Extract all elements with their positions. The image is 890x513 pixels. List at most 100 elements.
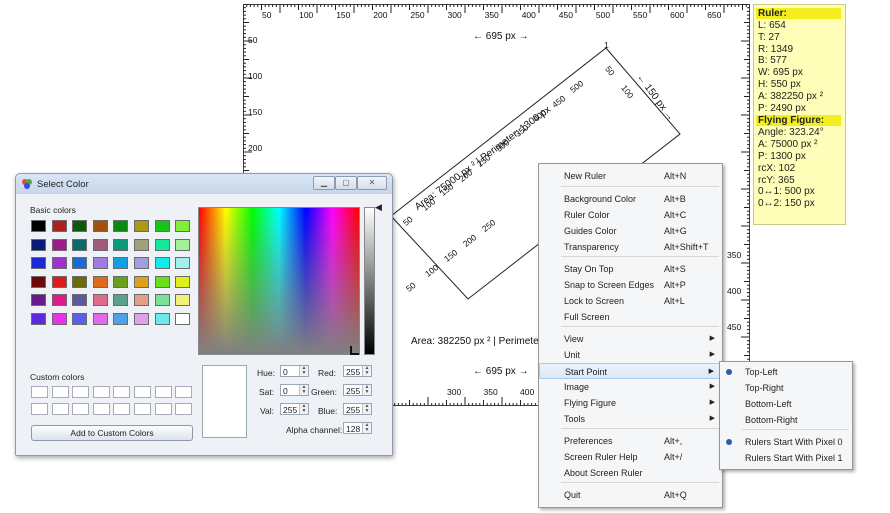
- menu-item-stay-on-top[interactable]: Stay On Top Alt+S: [539, 261, 722, 277]
- add-to-custom-colors-button[interactable]: Add to Custom Colors: [31, 425, 193, 441]
- basic-color-swatch[interactable]: [72, 312, 88, 325]
- menu-item-ruler-color[interactable]: Ruler Color Alt+C: [539, 207, 722, 223]
- submenu-item-bottom-right[interactable]: Bottom-Right: [720, 412, 852, 428]
- custom-color-slot[interactable]: [51, 403, 69, 415]
- menu-item-view[interactable]: View ▶: [539, 331, 722, 347]
- menu-item-guides-color[interactable]: Guides Color Alt+G: [539, 223, 722, 239]
- menu-item-flying-figure[interactable]: Flying Figure ▶: [539, 395, 722, 411]
- basic-color-swatch[interactable]: [51, 312, 67, 325]
- basic-color-swatch[interactable]: [154, 220, 170, 232]
- submenu-item-rulers-start-with-pixel-0[interactable]: Rulers Start With Pixel 0: [720, 434, 852, 450]
- menu-item-quit[interactable]: Quit Alt+Q: [539, 487, 722, 503]
- basic-color-swatch[interactable]: [51, 220, 67, 232]
- basic-color-swatch[interactable]: [154, 238, 170, 251]
- custom-color-slot[interactable]: [175, 386, 193, 398]
- basic-color-swatch[interactable]: [51, 294, 67, 306]
- custom-color-slot[interactable]: [92, 403, 110, 415]
- basic-color-swatch[interactable]: [154, 275, 170, 288]
- custom-color-slot[interactable]: [31, 386, 48, 398]
- basic-color-swatch[interactable]: [72, 238, 88, 251]
- menu-item-full-screen[interactable]: Full Screen: [539, 309, 722, 325]
- hue-input[interactable]: 0 ▲ ▼: [280, 365, 309, 377]
- basic-color-swatch[interactable]: [92, 312, 108, 325]
- custom-color-slot[interactable]: [154, 386, 172, 398]
- basic-color-swatch[interactable]: [31, 220, 46, 232]
- submenu-item-rulers-start-with-pixel-1[interactable]: Rulers Start With Pixel 1: [720, 450, 852, 466]
- alpha-input[interactable]: 128 ▲ ▼: [343, 422, 372, 434]
- menu-item-snap-to-screen-edges[interactable]: Snap to Screen Edges Alt+P: [539, 277, 722, 293]
- basic-color-swatch[interactable]: [134, 220, 149, 232]
- basic-color-swatch[interactable]: [92, 257, 108, 269]
- basic-color-swatch[interactable]: [175, 220, 191, 232]
- custom-color-slot[interactable]: [72, 386, 90, 398]
- basic-color-swatch[interactable]: [92, 220, 108, 232]
- basic-color-swatch[interactable]: [51, 275, 67, 288]
- submenu-item-top-right[interactable]: Top-Right: [720, 380, 852, 396]
- val-input[interactable]: 255 ▲ ▼: [280, 403, 309, 415]
- basic-color-swatch[interactable]: [154, 294, 170, 306]
- custom-color-slot[interactable]: [72, 403, 90, 415]
- custom-color-slot[interactable]: [134, 386, 151, 398]
- basic-color-swatch[interactable]: [175, 238, 191, 251]
- basic-color-swatch[interactable]: [72, 275, 88, 288]
- basic-color-swatch[interactable]: [31, 312, 46, 325]
- menu-item-background-color[interactable]: Background Color Alt+B: [539, 191, 722, 207]
- basic-color-swatch[interactable]: [31, 238, 46, 251]
- basic-color-swatch[interactable]: [175, 294, 191, 306]
- custom-color-slot[interactable]: [92, 386, 110, 398]
- basic-color-swatch[interactable]: [72, 294, 88, 306]
- basic-color-swatch[interactable]: [92, 238, 108, 251]
- basic-color-swatch[interactable]: [92, 294, 108, 306]
- dialog-title-bar[interactable]: Select Color ▁ ▢ ✕: [16, 174, 392, 194]
- basic-color-swatch[interactable]: [51, 238, 67, 251]
- custom-color-slot[interactable]: [51, 386, 69, 398]
- basic-color-swatch[interactable]: [31, 275, 46, 288]
- basic-color-swatch[interactable]: [92, 275, 108, 288]
- menu-item-preferences[interactable]: Preferences Alt+,: [539, 433, 722, 449]
- value-slider[interactable]: [364, 207, 375, 355]
- basic-color-swatch[interactable]: [134, 275, 149, 288]
- menu-item-screen-ruler-help[interactable]: Screen Ruler Help Alt+/: [539, 449, 722, 465]
- basic-color-swatch[interactable]: [113, 220, 129, 232]
- basic-color-swatch[interactable]: [175, 312, 191, 325]
- basic-color-swatch[interactable]: [134, 257, 149, 269]
- basic-color-swatch[interactable]: [113, 257, 129, 269]
- basic-color-swatch[interactable]: [134, 312, 149, 325]
- close-button[interactable]: ✕: [357, 176, 387, 190]
- color-spectrum[interactable]: [198, 207, 360, 355]
- menu-item-new-ruler[interactable]: New Ruler Alt+N: [539, 168, 722, 184]
- basic-color-swatch[interactable]: [154, 257, 170, 269]
- sat-input[interactable]: 0 ▲ ▼: [280, 384, 309, 396]
- menu-item-tools[interactable]: Tools ▶: [539, 411, 722, 427]
- menu-item-unit[interactable]: Unit ▶: [539, 347, 722, 363]
- basic-color-swatch[interactable]: [31, 294, 46, 306]
- basic-color-swatch[interactable]: [113, 238, 129, 251]
- maximize-button[interactable]: ▢: [335, 176, 357, 190]
- custom-color-slot[interactable]: [175, 403, 193, 415]
- custom-color-slot[interactable]: [31, 403, 48, 415]
- menu-item-transparency[interactable]: Transparency Alt+Shift+T: [539, 239, 722, 255]
- custom-color-slot[interactable]: [113, 403, 131, 415]
- basic-color-swatch[interactable]: [72, 257, 88, 269]
- basic-color-swatch[interactable]: [51, 257, 67, 269]
- spectrum-cursor[interactable]: [350, 346, 359, 355]
- basic-color-swatch[interactable]: [134, 238, 149, 251]
- menu-item-about-screen-ruler[interactable]: About Screen Ruler: [539, 465, 722, 481]
- green-input[interactable]: 255 ▲ ▼: [343, 384, 372, 396]
- submenu-item-top-left[interactable]: Top-Left: [720, 364, 852, 380]
- basic-color-swatch[interactable]: [154, 312, 170, 325]
- custom-color-slot[interactable]: [154, 403, 172, 415]
- custom-color-slot[interactable]: [113, 386, 131, 398]
- value-slider-arrow[interactable]: ◀: [375, 202, 382, 213]
- red-input[interactable]: 255 ▲ ▼: [343, 365, 372, 377]
- basic-color-swatch[interactable]: [72, 220, 88, 232]
- basic-color-swatch[interactable]: [134, 294, 149, 306]
- blue-input[interactable]: 255 ▲ ▼: [343, 403, 372, 415]
- basic-color-swatch[interactable]: [175, 275, 191, 288]
- minimize-button[interactable]: ▁: [313, 176, 335, 190]
- basic-color-swatch[interactable]: [113, 312, 129, 325]
- custom-color-slot[interactable]: [134, 403, 151, 415]
- menu-item-image[interactable]: Image ▶: [539, 379, 722, 395]
- basic-color-swatch[interactable]: [113, 294, 129, 306]
- basic-color-swatch[interactable]: [31, 257, 46, 269]
